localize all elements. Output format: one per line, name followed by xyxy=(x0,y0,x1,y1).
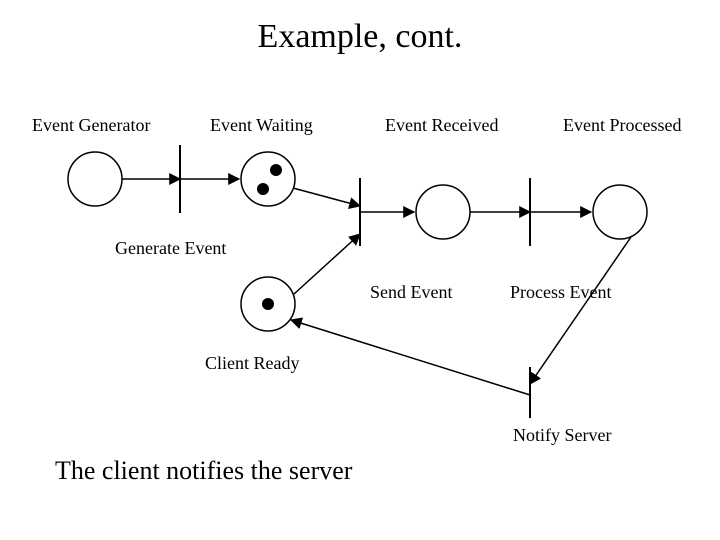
place-event-received xyxy=(416,185,470,239)
place-event-generator xyxy=(68,152,122,206)
place-event-processed xyxy=(593,185,647,239)
arc xyxy=(293,188,360,206)
arc xyxy=(291,320,530,395)
place-event-waiting xyxy=(241,152,295,206)
diagram-stage: Example, cont. Event Generator Event Wai… xyxy=(0,0,720,540)
petri-net-svg xyxy=(0,0,720,540)
token-icon xyxy=(270,164,282,176)
token-icon xyxy=(262,298,274,310)
arc xyxy=(294,234,360,294)
arc xyxy=(530,237,631,384)
token-icon xyxy=(257,183,269,195)
